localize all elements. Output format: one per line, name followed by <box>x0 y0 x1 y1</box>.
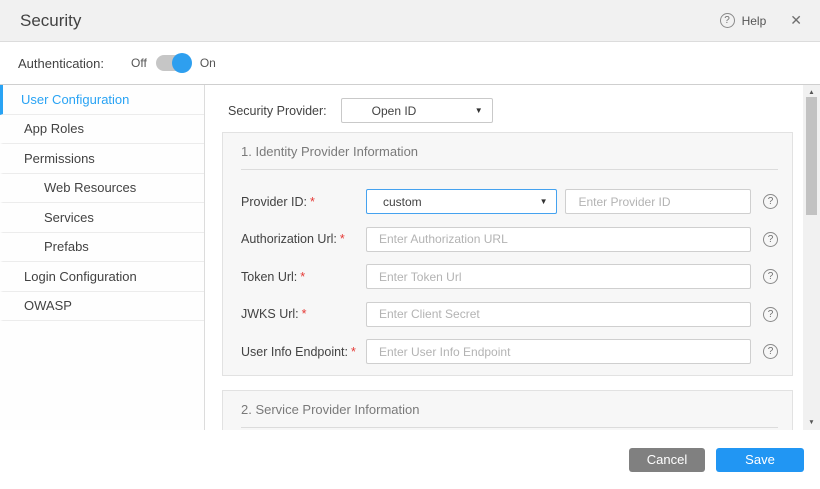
save-button[interactable]: Save <box>716 448 804 472</box>
security-dialog: Security ? Help ✕ Authentication: Off On… <box>0 0 820 489</box>
jwks-url-label: JWKS Url:* <box>241 307 366 321</box>
field-help-icon[interactable]: ? <box>763 194 778 209</box>
provider-id-select[interactable]: custom ▼ <box>366 189 557 214</box>
provider-id-input[interactable] <box>565 189 751 214</box>
sidebar-item-services[interactable]: Services <box>0 203 204 233</box>
provider-id-row: Provider ID:* custom ▼ ? <box>241 189 778 214</box>
content-area: Security Provider: Open ID ▼ 1. Identity… <box>205 85 820 430</box>
provider-id-label: Provider ID:* <box>241 195 366 209</box>
security-provider-value: Open ID <box>372 104 417 118</box>
service-provider-section: 2. Service Provider Information <box>222 390 793 430</box>
service-section-title: 2. Service Provider Information <box>241 391 778 427</box>
sidebar-item-app-roles[interactable]: App Roles <box>0 115 204 145</box>
sidebar-item-login-configuration[interactable]: Login Configuration <box>0 262 204 292</box>
identity-section-title: 1. Identity Provider Information <box>241 133 778 169</box>
scrollable-form: Security Provider: Open ID ▼ 1. Identity… <box>205 85 803 430</box>
required-marker: * <box>310 195 315 209</box>
security-provider-label: Security Provider: <box>228 104 327 118</box>
chevron-down-icon: ▼ <box>540 197 548 206</box>
token-url-row: Token Url:* ? <box>241 264 778 289</box>
sidebar-item-permissions[interactable]: Permissions <box>0 144 204 174</box>
page-title: Security <box>20 11 81 31</box>
sidebar-item-owasp[interactable]: OWASP <box>0 292 204 322</box>
provider-id-select-value: custom <box>383 195 422 209</box>
vertical-scrollbar[interactable]: ▲ ▼ <box>803 85 820 430</box>
required-marker: * <box>340 232 345 246</box>
user-info-endpoint-label: User Info Endpoint:* <box>241 345 366 359</box>
field-help-icon[interactable]: ? <box>763 307 778 322</box>
toggle-knob <box>172 53 192 73</box>
authentication-toggle[interactable] <box>156 55 190 71</box>
toggle-on-label: On <box>200 56 216 70</box>
required-marker: * <box>351 345 356 359</box>
token-url-label: Token Url:* <box>241 270 366 284</box>
section-divider <box>241 169 778 170</box>
cancel-button[interactable]: Cancel <box>629 448 705 472</box>
security-provider-row: Security Provider: Open ID ▼ <box>228 98 803 123</box>
help-icon[interactable]: ? <box>720 13 735 28</box>
authorization-url-row: Authorization Url:* ? <box>241 227 778 252</box>
toggle-off-label: Off <box>131 56 147 70</box>
authorization-url-input[interactable] <box>366 227 751 252</box>
header-actions: ? Help ✕ <box>720 12 802 29</box>
help-link[interactable]: Help <box>742 14 767 28</box>
authorization-url-label: Authorization Url:* <box>241 232 366 246</box>
token-url-input[interactable] <box>366 264 751 289</box>
required-marker: * <box>300 270 305 284</box>
identity-provider-section: 1. Identity Provider Information Provide… <box>222 132 793 376</box>
jwks-url-input[interactable] <box>366 302 751 327</box>
chevron-down-icon: ▼ <box>475 106 483 115</box>
jwks-url-row: JWKS Url:* ? <box>241 302 778 327</box>
field-help-icon[interactable]: ? <box>763 232 778 247</box>
user-info-endpoint-input[interactable] <box>366 339 751 364</box>
section-divider <box>241 427 778 428</box>
close-icon[interactable]: ✕ <box>790 12 802 29</box>
sidebar-item-web-resources[interactable]: Web Resources <box>0 174 204 204</box>
authentication-label: Authentication: <box>18 56 104 71</box>
field-help-icon[interactable]: ? <box>763 344 778 359</box>
sidebar-item-user-configuration[interactable]: User Configuration <box>0 85 204 115</box>
dialog-header: Security ? Help ✕ <box>0 0 820 42</box>
scroll-down-icon[interactable]: ▼ <box>803 416 820 429</box>
settings-sidebar: User Configuration App Roles Permissions… <box>0 85 205 430</box>
security-provider-select[interactable]: Open ID ▼ <box>341 98 493 123</box>
authentication-row: Authentication: Off On <box>0 42 820 85</box>
required-marker: * <box>302 307 307 321</box>
scrollbar-thumb[interactable] <box>806 97 817 215</box>
user-info-endpoint-row: User Info Endpoint:* ? <box>241 339 778 364</box>
dialog-body: User Configuration App Roles Permissions… <box>0 85 820 430</box>
dialog-footer: Cancel Save <box>0 430 820 489</box>
field-help-icon[interactable]: ? <box>763 269 778 284</box>
sidebar-item-prefabs[interactable]: Prefabs <box>0 233 204 263</box>
